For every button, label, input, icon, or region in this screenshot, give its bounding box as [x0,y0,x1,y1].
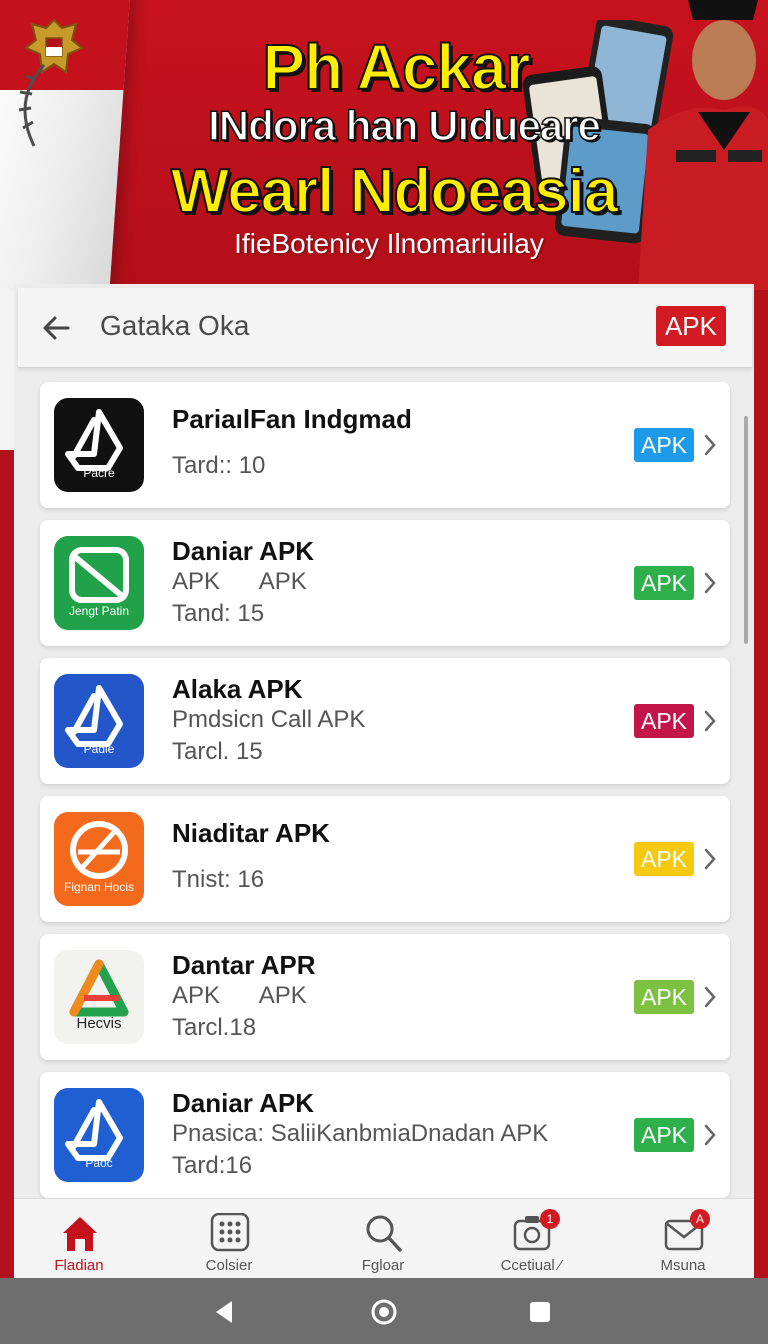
banner-title-line-2: INdora han Uıdueare [207,101,601,150]
app-name: Alaka APK [172,674,303,704]
apk-badge[interactable]: APK [634,704,694,738]
nav-label: Ccetiual ⁄ [500,1257,562,1274]
home-icon [63,1217,97,1251]
notification-badge: A [690,1209,710,1229]
app-icon-caption: Pacre [83,466,115,480]
app-meta: Tard:: 10 [172,452,266,479]
app-subtitle: APK APK [172,982,307,1009]
app-header: Gataka Oka APK [18,288,752,368]
nav-label: Fgloar [361,1257,405,1274]
nav-search[interactable]: Fgloar [318,1199,448,1279]
chevron-right-icon[interactable] [702,1122,718,1148]
app-name: Niaditar APK [172,818,330,848]
chevron-right-icon[interactable] [702,570,718,596]
app-list-item[interactable]: Hecvis Dantar APR APK APK Tarcl.18 APK [40,934,730,1060]
recents-square-icon[interactable] [526,1298,554,1326]
app-meta: Tarcl.18 [172,1014,257,1041]
page-title: Gataka Oka [100,310,250,341]
promo-banner: Ph Ackar INdora han Uıdueare Wearl Ndoea… [0,0,768,290]
scrollbar[interactable] [744,416,748,644]
app-subtitle: Pnasica: SaliiKanbmiaDnadan APK [172,1120,549,1147]
chevron-right-icon[interactable] [702,708,718,734]
app-icon[interactable]: Hecvis [54,950,144,1044]
nav-label: Msuna [660,1257,706,1274]
apk-header-badge[interactable]: APK [655,306,726,346]
app-list-item[interactable]: Paoc Daniar APK Pnasica: SaliiKanbmiaDna… [40,1072,730,1198]
search-icon [366,1215,402,1252]
app-icon[interactable]: Padie [54,674,144,768]
app-meta: Tand: 15 [172,600,265,627]
nav-label: Fladian [54,1257,104,1274]
banner-title-line-3: Wearl Ndoeasia [170,156,620,227]
app-icon[interactable]: Jengt Patin [54,536,144,630]
app-icon-caption: Paoc [85,1156,113,1170]
apk-badge[interactable]: APK [634,566,694,600]
banner-title-line-1: Ph Ackar [261,30,531,104]
app-subtitle: APK APK [172,568,307,595]
app-icon-caption: Padie [83,742,115,756]
home-circle-icon[interactable] [370,1298,398,1326]
app-icon[interactable]: Fignan Hocis [54,812,144,906]
system-navigation-bar [0,1278,768,1344]
banner-subtitle: IfieBotenicy Ilnomariuilay [234,228,544,259]
app-icon[interactable]: Paoc [54,1088,144,1182]
app-list-item[interactable]: Fignan Hocis Niaditar APK Tnist: 16 APK [40,796,730,922]
bottom-navigation: Fladian Colsier Fgloar 1 Ccetiual ⁄ A Ms… [14,1198,754,1278]
app-subtitle: Pmdsicn Call APK [172,706,366,733]
app-name: Daniar APK [172,1088,315,1118]
nav-categories[interactable]: Colsier [164,1199,294,1279]
back-triangle-icon[interactable] [210,1298,238,1326]
nav-home[interactable]: Fladian [14,1199,144,1279]
app-name: Dantar APR [172,950,316,980]
app-list: Pacre PariaılFan Indgmad Tard:: 10 APK J… [40,382,730,1210]
app-icon[interactable]: Pacre [54,398,144,492]
nav-messages[interactable]: A Msuna [618,1199,748,1279]
app-icon-caption: Jengt Patin [68,604,130,618]
apk-badge[interactable]: APK [634,428,694,462]
app-meta: Tarcl. 15 [172,738,263,765]
app-icon-caption: Fignan Hocis [63,880,135,894]
nav-updates[interactable]: 1 Ccetiual ⁄ [466,1199,596,1279]
chevron-right-icon[interactable] [702,846,718,872]
apk-badge[interactable]: APK [634,1118,694,1152]
flag-edge [0,290,14,450]
app-list-item[interactable]: Pacre PariaılFan Indgmad Tard:: 10 APK [40,382,730,508]
app-icon-caption: Hecvis [76,1015,122,1032]
app-list-item[interactable]: Jengt Patin Daniar APK APK APK Tand: 15 … [40,520,730,646]
app-meta: Tnist: 16 [172,866,265,893]
chevron-right-icon[interactable] [702,984,718,1010]
back-arrow-icon[interactable] [38,310,74,346]
app-meta: Tard:16 [172,1152,253,1179]
app-name: PariaılFan Indgmad [172,404,412,434]
apk-badge[interactable]: APK [634,980,694,1014]
grid-icon [210,1213,250,1252]
notification-badge: 1 [540,1209,560,1229]
app-name: Daniar APK [172,536,315,566]
chevron-right-icon[interactable] [702,432,718,458]
nav-label: Colsier [205,1257,253,1274]
apk-badge[interactable]: APK [634,842,694,876]
app-list-item[interactable]: Padie Alaka APK Pmdsicn Call APK Tarcl. … [40,658,730,784]
